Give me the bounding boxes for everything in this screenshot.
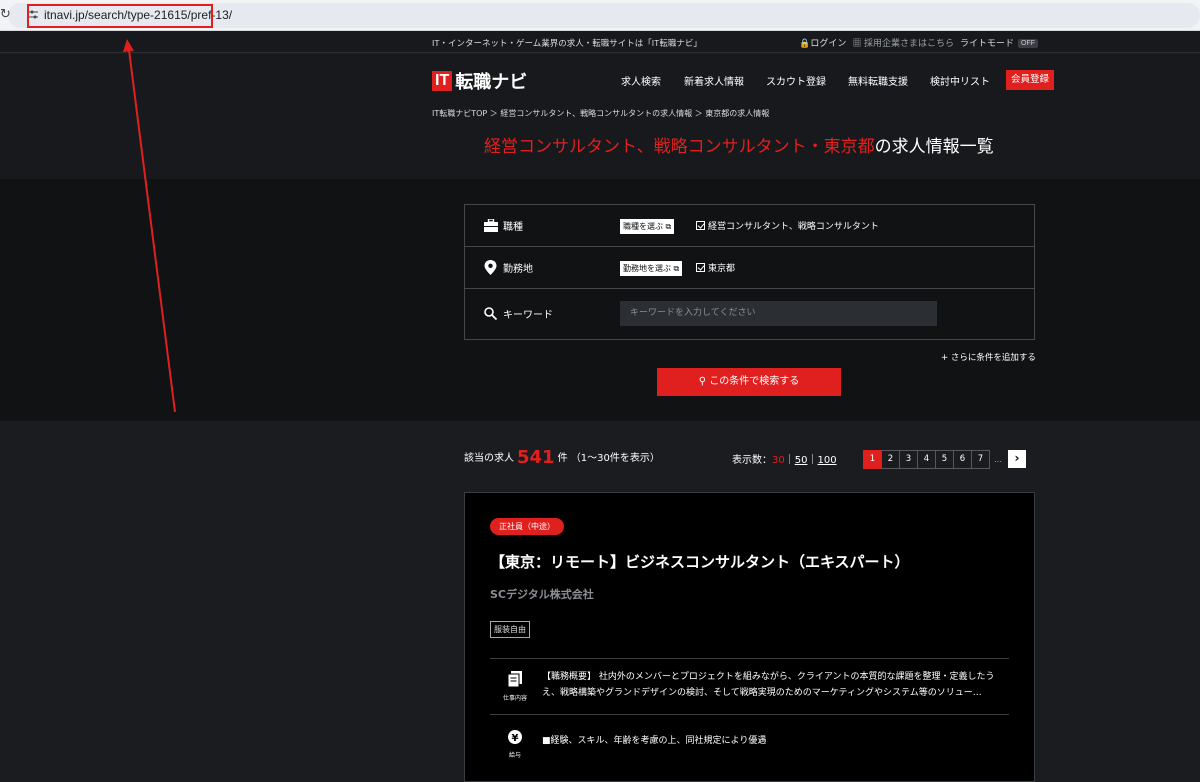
page-7[interactable]: 7 [971, 450, 990, 469]
plus-icon: + [941, 353, 949, 363]
per-page-100[interactable]: 100 [817, 455, 836, 466]
per-page-30[interactable]: 30 [772, 455, 785, 466]
job-description-row: 仕事内容 【職務概要】 社内外のメンバーとプロジェクトを組みながら、クライアント… [490, 658, 1009, 714]
job-description-text: 【職務概要】 社内外のメンバーとプロジェクトを組みながら、クライアントの本質的な… [542, 672, 995, 698]
page-title: 経営コンサルタント、戦略コンサルタント・東京都の求人情報一覧 [484, 137, 994, 157]
salary-text: ■経験、スキル、年齢を考慮の上、同社規定により優遇 [542, 736, 767, 746]
per-page-selector: 表示数：30｜50｜100 [732, 455, 837, 466]
open-modal-icon: ⧉ [665, 222, 672, 231]
keyword-row: キーワード キーワードを入力してください [465, 289, 1034, 339]
job-type-label: 職種 [503, 222, 523, 233]
location-pin-icon [484, 260, 497, 275]
utility-bar: IT・インターネット・ゲーム業界の求人・転職サイトは「IT転職ナビ」 🔒ログイン… [0, 31, 1200, 53]
add-condition-link[interactable]: + さらに条件を追加する [941, 351, 1036, 363]
pagination-ellipsis: … [994, 455, 1002, 464]
result-count: 該当の求人 541 件 （1〜30件を表示） [464, 447, 660, 468]
results-section: 該当の求人 541 件 （1〜30件を表示） 表示数：30｜50｜100 1 2 3… [0, 421, 1200, 782]
toggle-switch[interactable]: OFF [1018, 39, 1038, 48]
nav-free-support[interactable]: 無料転職支援 [848, 73, 908, 88]
login-link[interactable]: 🔒ログイン [799, 36, 846, 49]
briefcase-icon [484, 219, 498, 232]
nav-saved-list[interactable]: 検討中リスト [930, 73, 990, 88]
pagination: 1 2 3 4 5 6 7 … › [863, 450, 1026, 469]
checkbox-checked[interactable] [696, 263, 705, 272]
nav-new-jobs[interactable]: 新着求人情報 [684, 73, 744, 88]
search-submit-button[interactable]: ⚲ この条件で検索する [657, 368, 841, 396]
next-page-icon[interactable]: › [1008, 450, 1026, 468]
site-tagline: IT・インターネット・ゲーム業界の求人・転職サイトは「IT転職ナビ」 [432, 38, 702, 48]
building-icon: ▦ [852, 38, 862, 48]
select-job-type-button[interactable]: 職種を選ぶ ⧉ [620, 219, 675, 234]
checkbox-checked[interactable] [696, 221, 705, 230]
browser-address-bar: ↻ itnavi.jp/search/type-21615/pref-13/ [0, 0, 1200, 31]
keyword-input[interactable]: キーワードを入力してください [620, 301, 937, 326]
document-icon: 仕事内容 [500, 671, 530, 702]
lock-icon: 🔒 [799, 38, 811, 48]
feature-tag: 服装自由 [490, 621, 530, 638]
light-mode-toggle[interactable]: ライトモード OFF [960, 36, 1038, 49]
salary-row: ¥ 給与 ■経験、スキル、年齢を考慮の上、同社規定により優遇 [490, 714, 1009, 770]
location-checkbox[interactable]: 東京都 [696, 261, 735, 274]
select-location-button[interactable]: 勤務地を選ぶ ⧉ [620, 261, 683, 276]
per-page-50[interactable]: 50 [795, 455, 808, 466]
job-type-checkbox[interactable]: 経営コンサルタント、戦略コンサルタント [696, 219, 879, 232]
svg-text:¥: ¥ [512, 733, 519, 744]
open-modal-icon: ⧉ [673, 264, 680, 273]
url-highlight-box [27, 4, 213, 28]
job-type-row: 職種 職種を選ぶ ⧉ 経営コンサルタント、戦略コンサルタント [465, 205, 1034, 247]
reload-icon[interactable]: ↻ [0, 7, 11, 22]
breadcrumb[interactable]: IT転職ナビTOP ＞ 経営コンサルタント、戦略コンサルタントの求人情報 ＞ 東… [432, 108, 769, 119]
site-logo[interactable]: IT 転職ナビ [432, 68, 527, 94]
job-card[interactable]: 正社員（中途） 【東京：リモート】ビジネスコンサルタント（エキスパート） SCデ… [464, 492, 1035, 782]
yen-icon: ¥ 給与 [500, 729, 530, 759]
search-icon [484, 307, 497, 320]
page-3[interactable]: 3 [899, 450, 918, 469]
page-5[interactable]: 5 [935, 450, 954, 469]
search-panel: 職種 職種を選ぶ ⧉ 経営コンサルタント、戦略コンサルタント 勤務地 勤務地を選… [0, 179, 1200, 421]
page-2[interactable]: 2 [881, 450, 900, 469]
page-6[interactable]: 6 [953, 450, 972, 469]
location-label: 勤務地 [503, 264, 533, 275]
job-title[interactable]: 【東京：リモート】ビジネスコンサルタント（エキスパート） [490, 551, 910, 572]
employer-link[interactable]: ▦ 採用企業さまはこちら [852, 36, 954, 49]
search-icon: ⚲ [698, 376, 707, 387]
nav-scout[interactable]: スカウト登録 [766, 73, 826, 88]
employment-type-badge: 正社員（中途） [490, 518, 564, 535]
keyword-label: キーワード [503, 310, 553, 321]
page-4[interactable]: 4 [917, 450, 936, 469]
register-button[interactable]: 会員登録 [1006, 70, 1054, 90]
location-row: 勤務地 勤務地を選ぶ ⧉ 東京都 [465, 247, 1034, 289]
company-name: SCデジタル株式会社 [490, 588, 594, 601]
nav-job-search[interactable]: 求人検索 [621, 73, 661, 88]
site-header: IT 転職ナビ 求人検索 新着求人情報 スカウト登録 無料転職支援 検討中リスト… [0, 54, 1200, 179]
search-form: 職種 職種を選ぶ ⧉ 経営コンサルタント、戦略コンサルタント 勤務地 勤務地を選… [464, 204, 1035, 340]
page-1[interactable]: 1 [863, 450, 882, 469]
